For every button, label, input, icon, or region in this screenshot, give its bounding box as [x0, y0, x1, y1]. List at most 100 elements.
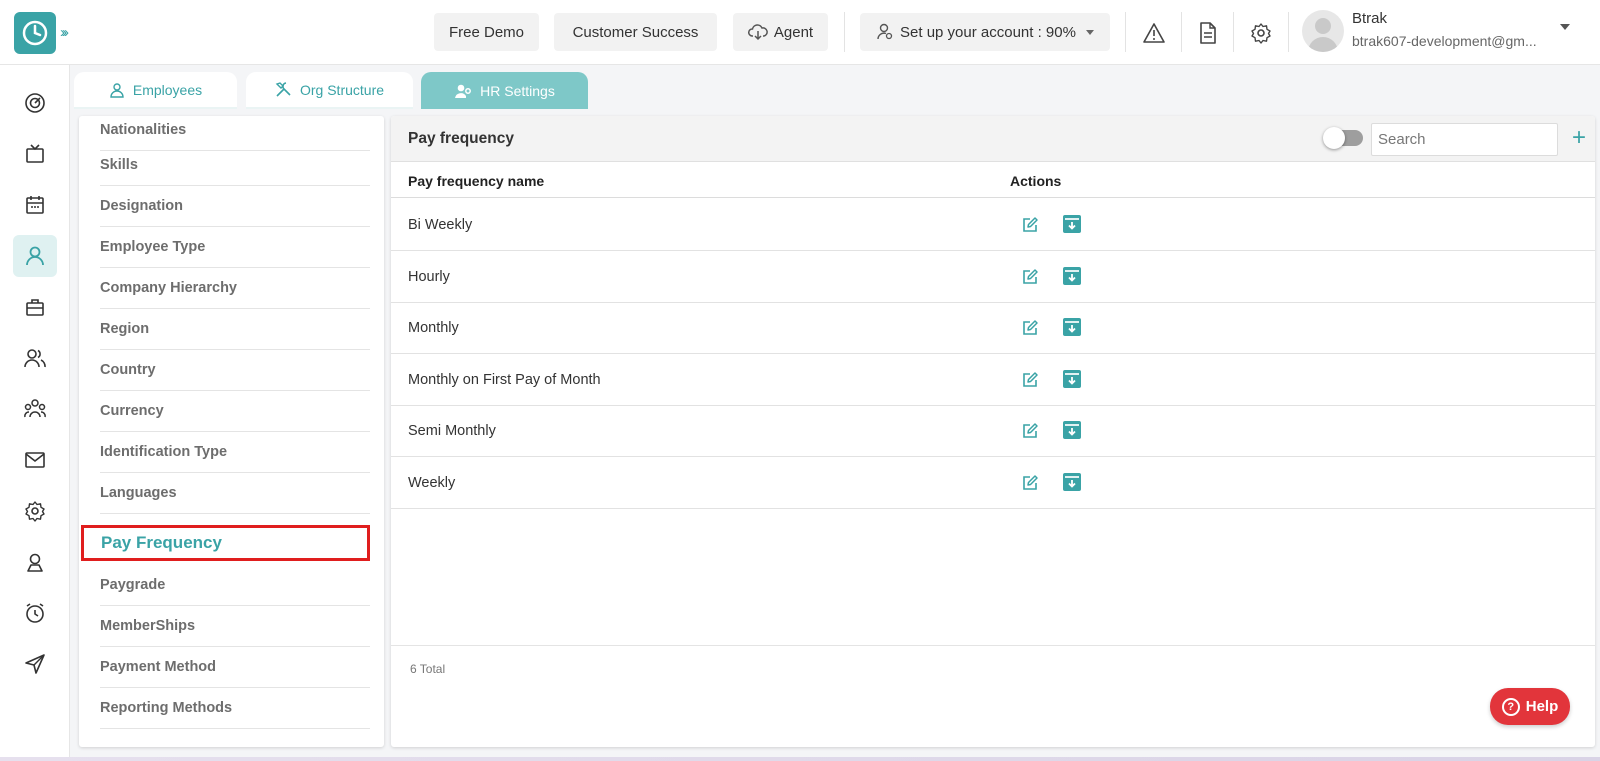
- setup-account-dropdown[interactable]: Set up your account : 90%: [860, 13, 1110, 51]
- table-row: Hourly: [391, 251, 1595, 303]
- column-header-actions: Actions: [1010, 173, 1062, 189]
- table-row: Monthly on First Pay of Month: [391, 354, 1595, 406]
- edit-icon[interactable]: [1021, 268, 1039, 286]
- free-demo-label: Free Demo: [448, 23, 525, 41]
- cloud-download-icon: [747, 24, 768, 41]
- calendar-icon[interactable]: [13, 184, 57, 226]
- tab-employees[interactable]: Employees: [74, 72, 237, 109]
- team-icon[interactable]: [13, 388, 57, 430]
- pay-frequency-panel: Pay frequency + Pay frequency name Actio…: [391, 116, 1595, 747]
- archive-toggle[interactable]: [1323, 127, 1363, 149]
- table-row: Monthly: [391, 302, 1595, 354]
- settings-icon[interactable]: [13, 490, 57, 532]
- dashboard-gauge-icon[interactable]: [13, 82, 57, 124]
- archive-icon[interactable]: [1062, 420, 1082, 440]
- menu-item-employee-type[interactable]: Employee Type: [100, 227, 370, 268]
- menu-item-languages[interactable]: Languages: [100, 473, 370, 514]
- question-icon: ?: [1501, 697, 1520, 716]
- divider: [1233, 12, 1234, 52]
- avatar[interactable]: [1302, 10, 1344, 52]
- customer-success-button[interactable]: Customer Success: [554, 13, 717, 51]
- employee-person-icon[interactable]: [13, 235, 57, 277]
- menu-item-country[interactable]: Country: [100, 350, 370, 391]
- menu-item-reporting-methods[interactable]: Reporting Methods: [100, 688, 370, 729]
- pay-frequency-name: Bi Weekly: [408, 217, 473, 233]
- edit-icon[interactable]: [1021, 371, 1039, 389]
- tab-employees-label: Employees: [132, 81, 203, 98]
- free-demo-button[interactable]: Free Demo: [434, 13, 539, 51]
- table-header: Pay frequency name Actions: [391, 163, 1595, 198]
- divider: [844, 12, 845, 52]
- tab-org-structure[interactable]: Org Structure: [246, 72, 413, 109]
- person-icon: [110, 82, 124, 98]
- divider: [1288, 12, 1289, 52]
- customer-success-label: Customer Success: [572, 23, 699, 41]
- pay-frequency-name: Monthly: [408, 320, 459, 336]
- mail-icon[interactable]: [13, 439, 57, 481]
- menu-item-skills[interactable]: Skills: [100, 145, 370, 186]
- settings-gear-icon[interactable]: [1248, 20, 1274, 46]
- tab-hr-settings-label: HR Settings: [480, 82, 555, 99]
- menu-item-currency[interactable]: Currency: [100, 391, 370, 432]
- pay-frequency-name: Monthly on First Pay of Month: [408, 371, 601, 388]
- tv-icon[interactable]: [13, 133, 57, 175]
- table-row: Semi Monthly: [391, 405, 1595, 457]
- edit-icon[interactable]: [1021, 474, 1039, 492]
- tools-icon: [275, 82, 291, 97]
- caret-down-icon: [1085, 29, 1094, 35]
- add-plus-icon[interactable]: +: [1567, 124, 1591, 152]
- divider: [1125, 12, 1126, 52]
- divider: [1181, 12, 1182, 52]
- user-setup-icon: [877, 23, 893, 40]
- expand-sidebar-icon[interactable]: ›››: [60, 22, 82, 44]
- edit-icon[interactable]: [1021, 319, 1039, 337]
- edit-icon[interactable]: [1021, 422, 1039, 440]
- user-menu-caret-icon[interactable]: [1560, 24, 1570, 30]
- tab-hr-settings[interactable]: HR Settings: [421, 72, 588, 109]
- user-name: Btrak: [1352, 10, 1388, 27]
- pay-frequency-name: Hourly: [408, 268, 450, 285]
- table-row: Weekly: [391, 457, 1595, 509]
- app-logo-clock-icon[interactable]: [14, 12, 56, 54]
- panel-header: Pay frequency +: [391, 116, 1595, 162]
- briefcase-icon[interactable]: [13, 286, 57, 328]
- archive-icon[interactable]: [1062, 214, 1082, 234]
- archive-icon[interactable]: [1062, 317, 1082, 337]
- column-header-name: Pay frequency name: [408, 173, 545, 189]
- toggle-knob: [1323, 127, 1345, 149]
- divider: [391, 645, 1595, 646]
- table-row: Bi Weekly: [391, 199, 1595, 251]
- menu-item-payment-method[interactable]: Payment Method: [100, 647, 370, 688]
- menu-item-memberships[interactable]: MemberShips: [100, 606, 370, 647]
- alarm-clock-icon[interactable]: [13, 592, 57, 634]
- pay-frequency-name: Semi Monthly: [408, 423, 496, 439]
- warning-icon[interactable]: [1141, 20, 1167, 46]
- send-icon[interactable]: [13, 643, 57, 685]
- page-title: Pay frequency: [408, 130, 514, 147]
- archive-icon[interactable]: [1062, 369, 1082, 389]
- archive-icon[interactable]: [1062, 472, 1082, 492]
- document-icon[interactable]: [1195, 20, 1221, 46]
- user-gear-icon: [455, 84, 472, 98]
- menu-item-identification-type[interactable]: Identification Type: [100, 432, 370, 473]
- menu-item-designation[interactable]: Designation: [100, 186, 370, 227]
- help-label: Help: [1525, 698, 1559, 715]
- menu-item-company-hierarchy[interactable]: Company Hierarchy: [100, 268, 370, 309]
- menu-item-region[interactable]: Region: [100, 309, 370, 350]
- menu-item-paygrade[interactable]: Paygrade: [100, 565, 370, 606]
- menu-item-pay-frequency[interactable]: Pay Frequency: [81, 525, 370, 561]
- edit-icon[interactable]: [1021, 216, 1039, 234]
- agent-button[interactable]: Agent: [733, 13, 828, 51]
- user-email: btrak607-development@gm...: [1352, 33, 1537, 49]
- profile-badge-icon[interactable]: [13, 541, 57, 583]
- setup-account-label: Set up your account : 90%: [900, 23, 1076, 41]
- help-button[interactable]: ? Help: [1490, 688, 1570, 725]
- search-input[interactable]: [1371, 123, 1558, 156]
- archive-icon[interactable]: [1062, 266, 1082, 286]
- users-icon[interactable]: [13, 337, 57, 379]
- total-count: 6 Total: [410, 662, 446, 676]
- bottom-strip: [0, 757, 1600, 761]
- pay-frequency-name: Weekly: [408, 474, 456, 491]
- left-nav-rail: [0, 65, 70, 761]
- agent-label: Agent: [773, 23, 814, 41]
